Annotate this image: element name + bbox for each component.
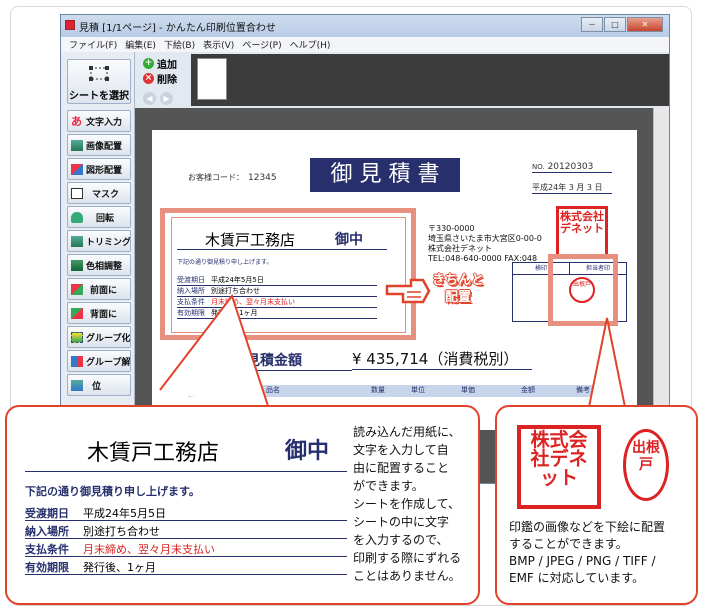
callout-intro: 下記の通り御見積り申し上げます。 bbox=[25, 485, 200, 498]
callout-company-stamp: 株式会社デネット bbox=[517, 425, 601, 509]
stamp-description: 印鑑の画像などを下絵に配置 することができます。 BMP / JPEG / PN… bbox=[509, 520, 666, 585]
stamp-callout: 株式会社デネット 出根戸 印鑑の画像などを下絵に配置 することができます。 BM… bbox=[495, 405, 698, 605]
callout-honorific: 御中 bbox=[285, 438, 330, 464]
text-placement-callout: 木賃戸工務店 御中 下記の通り御見積り申し上げます。 受渡期日 平成24年5月5日… bbox=[5, 405, 480, 605]
callout-seal: 出根戸 bbox=[623, 429, 669, 501]
callout-company-name: 木賃戸工務店 bbox=[87, 441, 220, 466]
callout-terms: 受渡期日 平成24年5月5日 納入場所 別途打ち合わせ 支払条件 月末締め、翌々月末支… bbox=[25, 503, 347, 575]
text-placement-description: 読み込んだ用紙に、 文字を入力して自 由に配置すること ができます。 シートを作… bbox=[353, 425, 462, 583]
